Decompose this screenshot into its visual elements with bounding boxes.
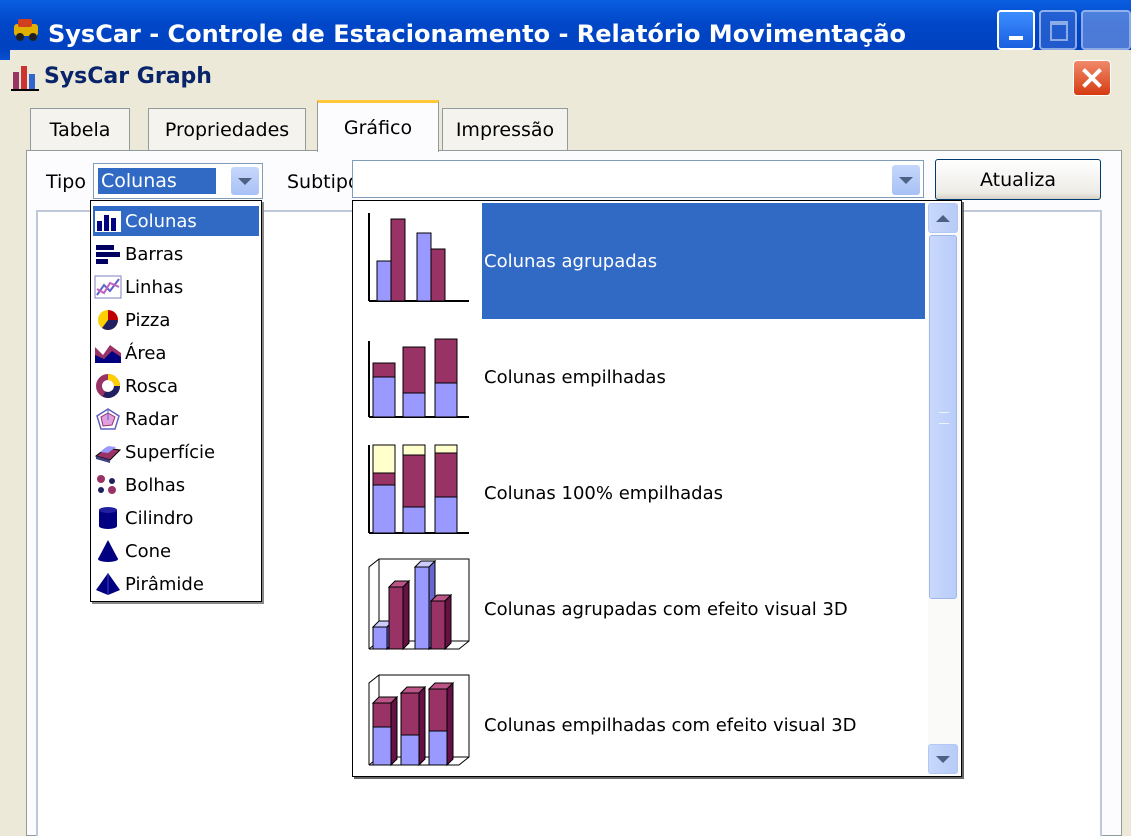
tab-impressao[interactable]: Impressão xyxy=(442,108,568,150)
tipo-option-superficie[interactable]: Superfície xyxy=(93,437,259,467)
tipo-option-label: Superfície xyxy=(125,441,216,463)
chevron-down-icon xyxy=(936,755,950,763)
tipo-option-cilindro[interactable]: Cilindro xyxy=(93,503,259,533)
tipo-option-radar[interactable]: Radar xyxy=(93,404,259,434)
tipo-option-label: Pizza xyxy=(125,309,171,331)
scroll-up-button[interactable] xyxy=(928,203,958,233)
tipo-option-label: Área xyxy=(125,342,167,364)
tipo-option-pizza[interactable]: Pizza xyxy=(93,305,259,335)
grip-icon xyxy=(939,412,949,424)
minimize-button[interactable] xyxy=(997,10,1035,50)
stacked-columns-3d-icon xyxy=(368,674,470,767)
column-chart-icon xyxy=(93,208,123,234)
tab-tabela[interactable]: Tabela xyxy=(30,108,130,150)
cone-chart-icon xyxy=(93,538,123,564)
chevron-down-icon xyxy=(899,176,913,184)
subtipo-select[interactable] xyxy=(352,160,924,198)
subtipo-option-stacked[interactable]: Colunas empilhadas xyxy=(353,319,925,435)
pie-chart-icon xyxy=(93,307,123,333)
tipo-selected-value: Colunas xyxy=(98,168,216,194)
tipo-option-colunas[interactable]: Colunas xyxy=(93,206,259,236)
graph-app-icon xyxy=(11,66,39,91)
subtipo-option-label: Colunas 100% empilhadas xyxy=(484,482,724,504)
radar-chart-icon xyxy=(93,406,123,432)
tipo-option-barras[interactable]: Barras xyxy=(93,239,259,269)
subtipo-label: Subtipo xyxy=(287,171,360,193)
cylinder-chart-icon xyxy=(93,505,123,531)
tipo-option-cone[interactable]: Cone xyxy=(93,536,259,566)
subtipo-option-stacked-3d[interactable]: Colunas empilhadas com efeito visual 3D xyxy=(353,667,925,783)
clustered-columns-icon xyxy=(368,213,469,302)
tipo-option-label: Bolhas xyxy=(125,474,186,496)
subtipo-option-stacked-100[interactable]: Colunas 100% empilhadas xyxy=(353,435,925,551)
app-close-button[interactable] xyxy=(1081,10,1131,50)
tipo-option-rosca[interactable]: Rosca xyxy=(93,371,259,401)
tipo-dropdown-button[interactable] xyxy=(231,167,259,195)
bar-chart-icon xyxy=(93,241,123,267)
tipo-dropdown-list: Colunas Barras Linhas Pizza Área Rosca R… xyxy=(90,200,262,602)
stacked-100-columns-icon xyxy=(368,444,469,534)
app-car-icon xyxy=(14,19,38,41)
tipo-select[interactable]: Colunas xyxy=(93,163,263,199)
tipo-option-label: Barras xyxy=(125,243,184,265)
clustered-columns-3d-icon xyxy=(368,558,470,651)
chevron-down-icon xyxy=(238,177,252,185)
subtipo-option-label: Colunas agrupadas xyxy=(482,203,925,319)
area-chart-icon xyxy=(93,340,123,366)
subtipo-dropdown-button[interactable] xyxy=(892,165,920,195)
tipo-option-label: Colunas xyxy=(125,210,197,232)
tipo-option-label: Cilindro xyxy=(125,507,194,529)
tipo-option-label: Rosca xyxy=(125,375,179,397)
tipo-option-label: Linhas xyxy=(125,276,184,298)
tipo-option-area[interactable]: Área xyxy=(93,338,259,368)
dialog-title-bar: SysCar Graph xyxy=(10,50,1121,96)
tab-propriedades[interactable]: Propriedades xyxy=(148,108,306,150)
surface-chart-icon xyxy=(93,439,123,465)
tab-grafico[interactable]: Gráfico xyxy=(317,100,439,152)
app-title: SysCar - Controle de Estacionamento - Re… xyxy=(48,20,906,48)
tipo-label: Tipo xyxy=(46,171,86,193)
subtipo-option-label: Colunas empilhadas com efeito visual 3D xyxy=(484,714,857,736)
scroll-thumb[interactable] xyxy=(929,235,957,599)
dialog-close-button[interactable] xyxy=(1073,60,1111,96)
scroll-down-button[interactable] xyxy=(928,744,958,774)
pyramid-chart-icon xyxy=(93,571,123,597)
subtipo-dropdown-list: Colunas agrupadas Colunas empilhadas Col… xyxy=(352,200,962,777)
subtipo-option-clustered[interactable]: Colunas agrupadas xyxy=(353,203,925,319)
tipo-option-bolhas[interactable]: Bolhas xyxy=(93,470,259,500)
subtipo-option-clustered-3d[interactable]: Colunas agrupadas com efeito visual 3D xyxy=(353,551,925,667)
maximize-button[interactable] xyxy=(1039,10,1077,50)
tipo-option-label: Radar xyxy=(125,408,178,430)
tipo-option-label: Pirâmide xyxy=(125,573,204,595)
bubble-chart-icon xyxy=(93,472,123,498)
atualiza-button[interactable]: Atualiza xyxy=(935,159,1101,200)
subtipo-scrollbar[interactable] xyxy=(928,203,960,774)
tipo-option-label: Cone xyxy=(125,540,172,562)
tipo-option-piramide[interactable]: Pirâmide xyxy=(93,569,259,599)
dialog-title: SysCar Graph xyxy=(44,64,212,89)
chevron-up-icon xyxy=(936,214,950,222)
stacked-columns-icon xyxy=(368,338,469,418)
doughnut-chart-icon xyxy=(93,373,123,399)
subtipo-option-label: Colunas agrupadas com efeito visual 3D xyxy=(484,598,848,620)
line-chart-icon xyxy=(93,274,123,300)
tipo-option-linhas[interactable]: Linhas xyxy=(93,272,259,302)
subtipo-option-label: Colunas empilhadas xyxy=(484,366,666,388)
